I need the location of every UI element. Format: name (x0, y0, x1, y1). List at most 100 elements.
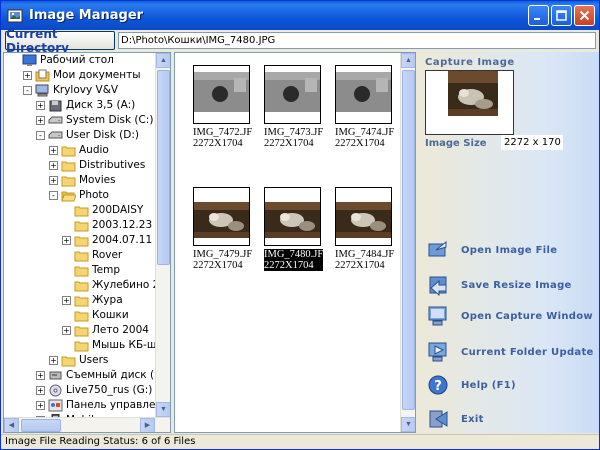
tree-item[interactable]: Жулебино 20 (4, 278, 156, 293)
tree-item[interactable]: Rover (4, 248, 156, 263)
folder-icon (74, 249, 89, 262)
action-label[interactable]: Current Folder Update (461, 347, 594, 358)
tree-item[interactable]: 200DAISY (4, 203, 156, 218)
thumbnail-item[interactable]: IMG_7479.JF 2272X1704 (193, 187, 252, 271)
tree-item-label: Жулебино 20 (92, 279, 156, 291)
current-folder-update-button[interactable]: Current Folder Update (427, 339, 594, 365)
help-icon[interactable]: ? (427, 374, 449, 396)
tree-item[interactable]: +2004.07.11 (4, 233, 156, 248)
save-resize-image-button[interactable]: Save Resize Image (427, 272, 572, 298)
thumbnail-panel[interactable]: IMG_7472.JF 2272X1704 IMG_7473.JF 2272X1704… (174, 52, 416, 433)
tree-item[interactable]: + Audio (4, 143, 156, 158)
scroll-left-button[interactable]: ◀ (4, 418, 19, 432)
scroll-up-button[interactable]: ▲ (401, 53, 415, 68)
expand-icon[interactable]: + (36, 101, 45, 110)
tree-item[interactable]: - Krylovy V&V (4, 83, 156, 98)
preview-image (448, 71, 498, 116)
tree-item[interactable]: Мышь КБ-шн (4, 338, 156, 353)
action-label[interactable]: Open Image File (461, 245, 557, 256)
tree-item[interactable]: + Панель управления (4, 398, 156, 413)
expand-icon[interactable]: + (36, 371, 45, 380)
collapse-icon[interactable]: - (23, 86, 32, 95)
close-button[interactable] (574, 5, 595, 26)
help-f1-button[interactable]: ? Help (F1) (427, 372, 516, 398)
thumbnail-image[interactable] (264, 65, 321, 124)
tree-item[interactable]: + Live750_rus (G:) (4, 383, 156, 398)
tree-vertical-scrollbar[interactable]: ▲ ▼ (155, 53, 170, 417)
expand-icon[interactable]: + (49, 176, 58, 185)
floppy-icon (48, 99, 63, 112)
action-label[interactable]: Help (F1) (461, 380, 516, 391)
expand-icon[interactable]: + (36, 116, 45, 125)
scroll-thumb[interactable] (21, 419, 61, 432)
tree-item-label: Съемный диск (E:) (66, 369, 156, 381)
exit-icon[interactable] (427, 408, 449, 430)
action-label[interactable]: Save Resize Image (461, 280, 572, 291)
collapse-icon[interactable]: - (49, 191, 58, 200)
thumbnail-image[interactable] (193, 65, 250, 124)
thumbnail-item[interactable]: IMG_7474.JF 2272X1704 (335, 65, 394, 149)
save-arrow-icon[interactable] (427, 274, 449, 297)
scroll-right-button[interactable]: ▶ (140, 418, 155, 432)
thumbnail-item[interactable]: IMG_7472.JF 2272X1704 (193, 65, 252, 149)
tree-item[interactable]: Кошки (4, 308, 156, 323)
expand-icon[interactable]: + (62, 326, 71, 335)
expand-icon[interactable]: + (49, 161, 58, 170)
tree-item[interactable]: + Жура (4, 293, 156, 308)
action-label[interactable]: Exit (461, 414, 484, 425)
tree-item[interactable]: - Photo (4, 188, 156, 203)
thumbnail-image[interactable] (264, 187, 321, 246)
expand-icon[interactable]: + (49, 356, 58, 365)
thumbnail-vertical-scrollbar[interactable]: ▲ ▼ (400, 53, 415, 432)
open-arrow-icon[interactable] (427, 239, 449, 261)
tree-item[interactable]: + System Disk (C:) (4, 113, 156, 128)
scroll-thumb[interactable] (402, 70, 415, 410)
scroll-down-button[interactable]: ▼ (401, 417, 415, 432)
tree-item[interactable]: 2003.12.23 - (4, 218, 156, 233)
tree-horizontal-scrollbar[interactable]: ◀ ▶ (4, 417, 170, 432)
tree-item-label: 2003.12.23 - (92, 219, 156, 231)
expand-icon[interactable]: + (36, 386, 45, 395)
tree-item[interactable]: + Мои документы (4, 68, 156, 83)
tree-item[interactable]: + Лето 2004 (4, 323, 156, 338)
capture-image-preview (425, 70, 514, 135)
tree-item[interactable]: + Диск 3,5 (A:) (4, 98, 156, 113)
tree-item[interactable]: Рабочий стол (4, 53, 156, 68)
thumbnail-item[interactable]: IMG_7484.JF 2272X1704 (335, 187, 394, 271)
update-monitor-icon[interactable] (427, 341, 449, 363)
tree-item[interactable]: + Съемный диск (E:) (4, 368, 156, 383)
expand-icon[interactable]: + (49, 146, 58, 155)
expand-icon[interactable]: + (23, 71, 32, 80)
expand-icon[interactable]: + (62, 296, 71, 305)
expand-icon[interactable]: + (62, 236, 71, 245)
minimize-button[interactable] (528, 5, 549, 26)
directory-path-field[interactable]: D:\Photo\Кошки\IMG_7480.JPG (118, 32, 596, 49)
monitor-icon[interactable] (427, 305, 449, 327)
tree-item-label: Users (79, 354, 109, 366)
tree-item[interactable]: + Movies (4, 173, 156, 188)
tree-item[interactable]: + Distributives (4, 158, 156, 173)
tree-item[interactable]: Temp (4, 263, 156, 278)
scroll-up-button[interactable]: ▲ (156, 53, 170, 68)
thumbnail-item[interactable]: IMG_7473.JF 2272X1704 (264, 65, 323, 149)
open-image-file-button[interactable]: Open Image File (427, 237, 557, 263)
folder-tree[interactable]: Рабочий стол + Мои документы - Krylovy V&V + Д… (3, 52, 171, 433)
directory-bar: Current Directory D:\Photo\Кошки\IMG_748… (1, 27, 599, 55)
tree-item[interactable]: - User Disk (D:) (4, 128, 156, 143)
folder-icon (61, 144, 76, 157)
tree-item-label: Movies (79, 174, 116, 186)
exit-button[interactable]: Exit (427, 406, 484, 432)
thumbnail-image[interactable] (193, 187, 250, 246)
collapse-icon[interactable]: - (36, 131, 45, 140)
action-label[interactable]: Open Capture Window (461, 311, 593, 322)
thumbnail-image[interactable] (335, 65, 392, 124)
maximize-button[interactable] (551, 5, 572, 26)
open-capture-window-button[interactable]: Open Capture Window (427, 303, 593, 329)
thumbnail-image[interactable] (335, 187, 392, 246)
thumbnail-item[interactable]: IMG_7480.JF 2272X1704 (264, 187, 323, 271)
tree-item[interactable]: + Users (4, 353, 156, 368)
current-directory-button[interactable]: Current Directory (5, 27, 115, 55)
expand-icon[interactable]: + (36, 401, 45, 410)
scroll-down-button[interactable]: ▼ (156, 402, 170, 417)
scroll-thumb[interactable] (157, 70, 170, 265)
